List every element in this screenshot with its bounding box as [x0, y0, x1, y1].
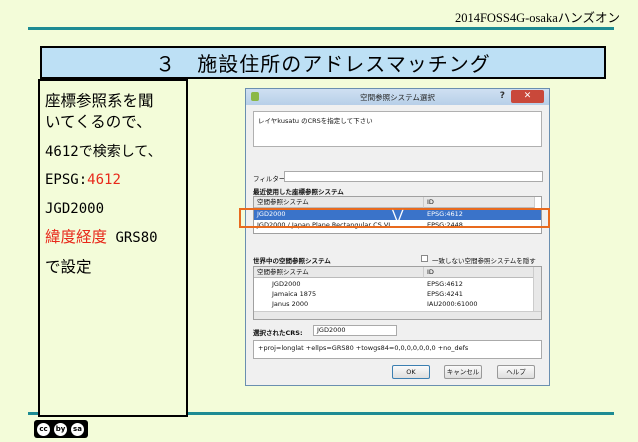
filter-input[interactable] [284, 171, 543, 182]
help-icon[interactable]: ? [500, 91, 505, 101]
info-message: レイヤkusatu のCRSを指定して下さい [253, 111, 542, 147]
filter-label: フィルター [253, 175, 286, 183]
world-row[interactable]: Janus 2000 IAU2000:61000 [254, 299, 541, 310]
event-header: 2014FOSS4G-osakaハンズオン [454, 11, 620, 25]
slide-title: ３ 施設住所のアドレスマッチング [40, 46, 606, 79]
cancel-button[interactable]: キャンセル [444, 365, 482, 379]
by-icon: by [53, 421, 68, 437]
help-button[interactable]: ヘルプ [497, 365, 535, 379]
instruction-epsg: EPSG:4612 [45, 166, 186, 195]
epsg-prefix: EPSG: [45, 172, 88, 188]
horizontal-scrollbar[interactable] [254, 311, 541, 319]
world-crs-label: 世界中の空間参照システム [253, 257, 331, 265]
selected-crs-label: 選択されたCRS: [253, 329, 303, 337]
crs-selector-dialog: 空間参照システム選択 ? ✕ レイヤkusatu のCRSを指定して下さい フィ… [245, 88, 550, 386]
dialog-titlebar: 空間参照システム選択 ? ✕ [246, 89, 549, 105]
cc-icon: cc [36, 421, 51, 437]
latlon-text: 緯度経度 [45, 228, 108, 246]
instruction-datum: 緯度経度 GRS80 [45, 223, 186, 253]
world-col-crs[interactable]: 空間参照システム [254, 267, 424, 278]
sa-icon: sa [70, 421, 85, 437]
recent-col-id[interactable]: ID [424, 197, 535, 208]
crs-id: IAU2000:61000 [427, 300, 478, 308]
instruction-line: 4612で検索して、 [45, 143, 162, 160]
world-col-id[interactable]: ID [424, 267, 534, 278]
crs-name: Janus 2000 [272, 300, 309, 308]
mouse-cursor-icon: ⋁ [392, 208, 404, 224]
ellipsoid-text: GRS80 [107, 230, 158, 246]
hide-deprecated-label: 一致しない空間参照システムを隠す [432, 257, 536, 265]
instruction-line: JGD2000 [45, 200, 105, 217]
hide-deprecated-checkbox[interactable] [421, 255, 428, 262]
instruction-box: 座標参照系を聞 いてくるので、 4612で検索して、 EPSG:4612 JGD… [38, 79, 188, 417]
instruction-line: いてくるので、 [45, 112, 152, 131]
instruction-line: で設定 [45, 257, 92, 276]
close-button[interactable]: ✕ [511, 90, 544, 103]
info-text: レイヤkusatu のCRSを指定して下さい [258, 117, 373, 125]
proj-string: +proj=longlat +ellps=GRS80 +towgs84=0,0,… [258, 344, 469, 352]
selected-crs-field: JGD2000 [313, 325, 397, 336]
top-divider [28, 27, 614, 30]
proj-definition: +proj=longlat +ellps=GRS80 +towgs84=0,0,… [253, 340, 542, 359]
cc-license-badge: cc by sa [34, 420, 88, 438]
ok-button[interactable]: OK [392, 365, 430, 379]
epsg-code: 4612 [87, 172, 121, 188]
world-crs-table: 空間参照システム ID JGD2000 EPSG:4612 Jamaica 18… [253, 266, 542, 320]
recent-crs-label: 最近使用した座標参照システム [253, 188, 344, 196]
recent-col-crs[interactable]: 空間参照システム [254, 197, 424, 208]
